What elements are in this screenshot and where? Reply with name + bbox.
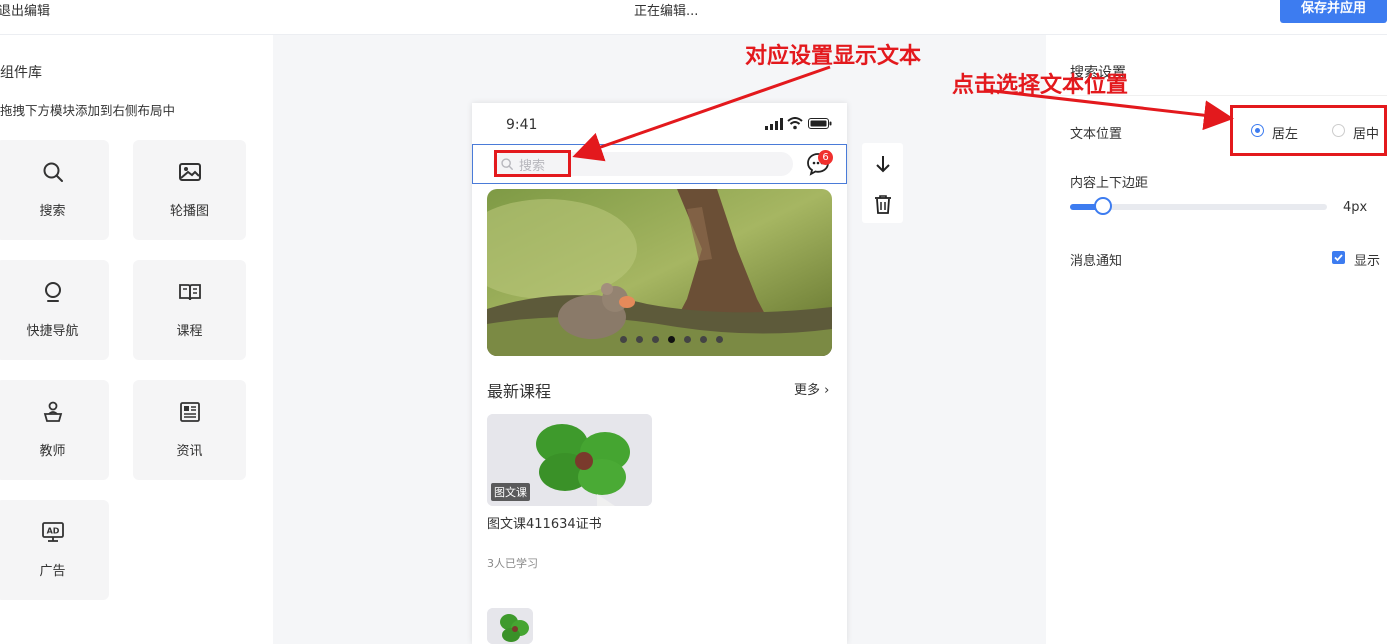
arrow-to-search [572, 65, 831, 162]
arrow-to-position [984, 88, 1234, 131]
annotation-arrows [572, 65, 1234, 162]
